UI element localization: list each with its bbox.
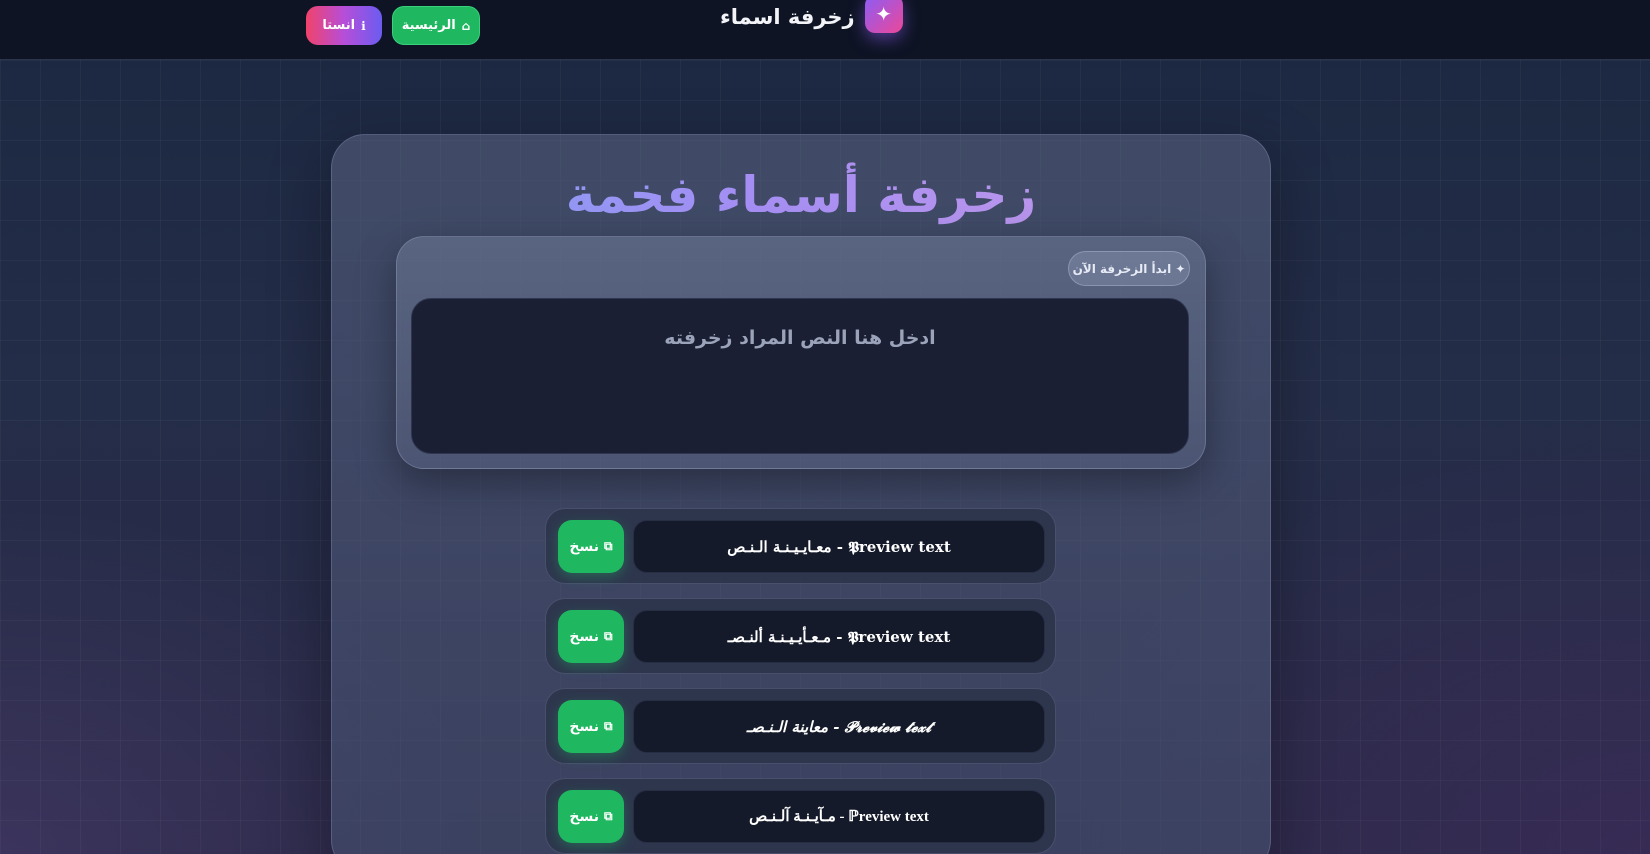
instagram-button[interactable]: ℹ انستا <box>306 6 382 45</box>
copy-icon: ⧉ <box>604 629 613 643</box>
result-preview[interactable]: معاينة الـنـصـ - 𝓟𝓻𝓮𝓿𝓲𝓮𝔀 𝓽𝓮𝔁𝓽 <box>633 700 1045 753</box>
copy-button[interactable]: ⧉ نسخ <box>558 520 624 573</box>
brand[interactable]: ✦ زخرفة اسماء <box>720 0 903 34</box>
home-button[interactable]: ⌂ الرئيسية <box>392 6 480 45</box>
copy-icon: ⧉ <box>604 719 613 733</box>
home-button-label: الرئيسية <box>401 18 456 33</box>
copy-icon: ⧉ <box>604 809 613 823</box>
result-preview[interactable]: مـآيـنـة آلـنـص - ℙreview text <box>633 790 1045 843</box>
page-title: زخرفة أسماء فخمة <box>331 160 1271 230</box>
info-icon: ℹ <box>361 18 366 33</box>
copy-button-label: نسخ <box>569 538 600 555</box>
site-title: زخرفة اسماء <box>720 5 855 29</box>
top-header: ✦ زخرفة اسماء ⌂ الرئيسية ℹ انستا <box>0 0 1650 60</box>
copy-button-label: نسخ <box>569 628 600 645</box>
instagram-button-label: انستا <box>322 18 356 33</box>
decorate-text-input[interactable] <box>411 298 1189 454</box>
home-icon: ⌂ <box>461 18 471 33</box>
copy-button-label: نسخ <box>569 718 600 735</box>
copy-button-label: نسخ <box>569 808 600 825</box>
copy-button[interactable]: ⧉ نسخ <box>558 610 624 663</box>
copy-button[interactable]: ⧉ نسخ <box>558 790 624 843</box>
copy-button[interactable]: ⧉ نسخ <box>558 700 624 753</box>
result-preview[interactable]: معـايـيـنـة الـنـص - 𝕻review text <box>633 520 1045 573</box>
result-preview[interactable]: مـعـأيـيـنـة ألنـصـ - 𝕻review text <box>633 610 1045 663</box>
result-row: ⧉ نسخ معاينة الـنـصـ - 𝓟𝓻𝓮𝓿𝓲𝓮𝔀 𝓽𝓮𝔁𝓽 <box>545 688 1056 764</box>
copy-icon: ⧉ <box>604 539 613 553</box>
result-row: ⧉ نسخ معـايـيـنـة الـنـص - 𝕻review text <box>545 508 1056 584</box>
start-badge: ✦ ابدأ الزخرفة الآن <box>1068 251 1190 286</box>
result-row: ⧉ نسخ مـآيـنـة آلـنـص - ℙreview text <box>545 778 1056 854</box>
sparkle-icon: ✦ <box>864 0 903 33</box>
result-row: ⧉ نسخ مـعـأيـيـنـة ألنـصـ - 𝕻review text <box>545 598 1056 674</box>
